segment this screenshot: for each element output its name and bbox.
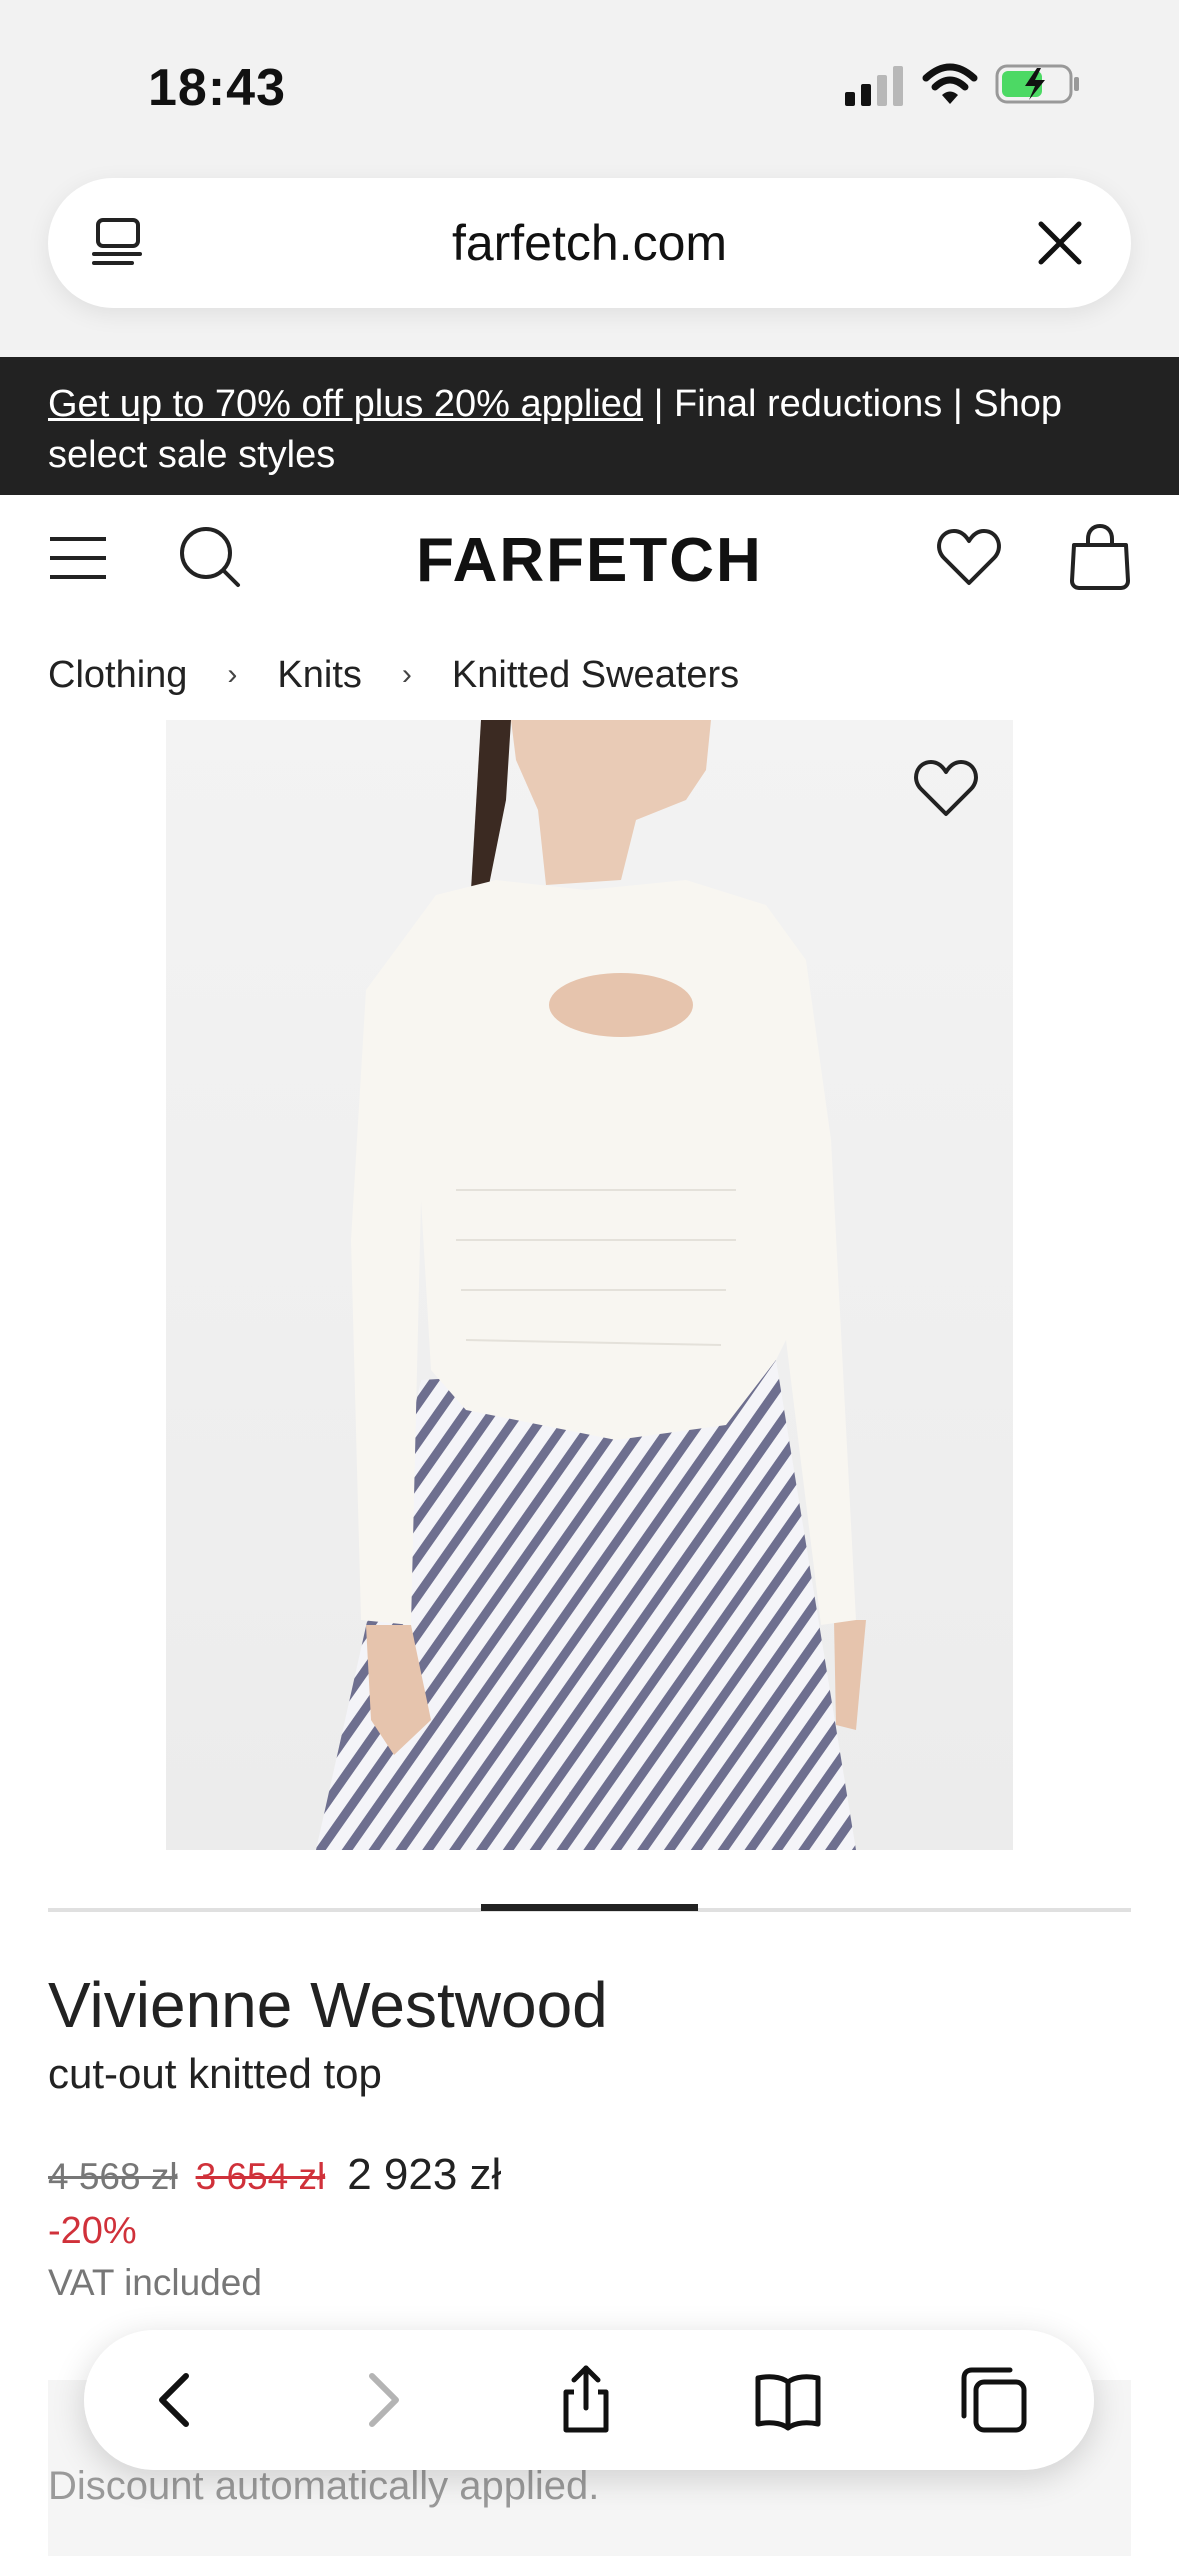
price-original: 4 568 zł <box>48 2156 178 2197</box>
tabs-icon[interactable] <box>958 2364 1030 2436</box>
site-header: FARFETCH <box>0 495 1179 625</box>
share-icon[interactable] <box>550 2364 622 2436</box>
promo-link[interactable]: Get up to 70% off plus 20% applied <box>48 383 643 425</box>
wifi-icon <box>922 63 978 104</box>
vat-note: VAT included <box>48 2262 262 2303</box>
breadcrumb-item-knits[interactable]: Knits <box>277 654 361 697</box>
farfetch-logo[interactable]: FARFETCH <box>0 525 1179 596</box>
price-row: 4 568 zł 3 654 zł 2 923 zł <box>48 2150 501 2200</box>
breadcrumb-item-clothing[interactable]: Clothing <box>48 654 187 697</box>
discount-label: -20% <box>48 2210 137 2252</box>
address-bar[interactable]: farfetch.com <box>48 178 1131 308</box>
breadcrumb-item-knitted-sweaters[interactable]: Knitted Sweaters <box>452 654 739 697</box>
promo-banner: Get up to 70% off plus 20% applied | Fin… <box>0 357 1179 495</box>
shopping-bag-icon[interactable] <box>1068 523 1132 591</box>
price-previous: 3 654 zł <box>195 2156 326 2197</box>
cellular-signal-icon <box>845 66 903 106</box>
browser-toolbar <box>84 2330 1094 2470</box>
product-brand[interactable]: Vivienne Westwood <box>48 1968 608 2042</box>
back-chevron-icon[interactable] <box>140 2364 212 2436</box>
product-photo <box>166 720 1013 1850</box>
wishlist-heart-icon[interactable] <box>936 527 1002 587</box>
status-time: 18:43 <box>148 59 286 117</box>
image-carousel-active-indicator <box>481 1904 698 1911</box>
close-icon[interactable] <box>1033 216 1087 270</box>
battery-charging-icon <box>995 64 1079 104</box>
discount-info-text: Discount automatically applied. <box>48 2464 600 2508</box>
breadcrumb-separator: › <box>227 658 238 691</box>
bookmarks-book-icon[interactable] <box>752 2364 824 2436</box>
product-name: cut-out knitted top <box>48 2050 382 2097</box>
url-text[interactable]: farfetch.com <box>48 214 1131 272</box>
breadcrumb: Clothing › Knits › Knitted Sweaters <box>48 650 739 700</box>
breadcrumb-separator: › <box>401 658 412 691</box>
product-image[interactable] <box>166 720 1013 1850</box>
add-to-wishlist-heart-icon[interactable] <box>913 758 979 818</box>
forward-chevron-icon[interactable] <box>346 2364 418 2436</box>
price-final: 2 923 zł <box>347 2150 502 2199</box>
